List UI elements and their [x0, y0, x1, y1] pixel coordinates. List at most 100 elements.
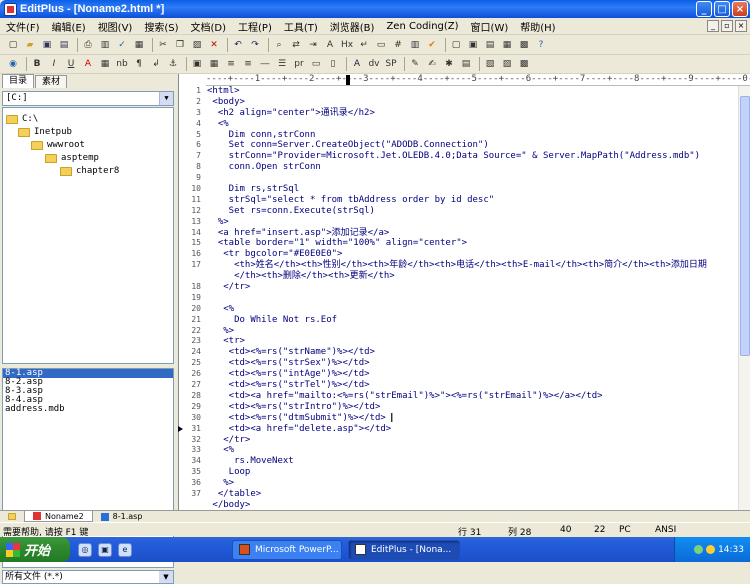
undo-icon[interactable]: ↶	[231, 38, 245, 52]
tree-item-asptemp[interactable]: asptemp	[45, 152, 99, 164]
replace-icon[interactable]: ⇄	[289, 38, 303, 52]
tab-folder[interactable]	[0, 511, 24, 522]
div-icon[interactable]: dv	[367, 57, 381, 71]
menu-document[interactable]: 文档(D)	[185, 19, 233, 34]
table-icon[interactable]: ▦	[207, 57, 221, 71]
close-button[interactable]: ×	[732, 1, 748, 17]
redo-icon[interactable]: ↷	[248, 38, 262, 52]
vertical-scrollbar[interactable]	[738, 86, 750, 510]
task-powerpoint[interactable]: Microsoft PowerP...	[232, 539, 342, 560]
chevron-down-icon[interactable]: ▼	[159, 92, 173, 105]
menu-view[interactable]: 视图(V)	[92, 19, 139, 34]
menu-file[interactable]: 文件(F)	[0, 19, 46, 34]
tree-item-c-root[interactable]: C:\	[6, 113, 38, 125]
messenger-icon[interactable]: ◎	[78, 542, 92, 557]
script-icon[interactable]: ✍	[425, 57, 439, 71]
maximize-button[interactable]: □	[714, 1, 730, 17]
menu-project[interactable]: 工程(P)	[232, 19, 278, 34]
paste-icon[interactable]: ▨	[190, 38, 204, 52]
drive-select[interactable]: [C:] ▼	[2, 91, 174, 106]
copy-icon[interactable]: ❐	[173, 38, 187, 52]
save-icon[interactable]: ▣	[40, 38, 54, 52]
browser-view-icon[interactable]: ▣	[466, 38, 480, 52]
bold-icon[interactable]: B	[30, 57, 44, 71]
tray-volume-icon[interactable]	[706, 545, 716, 554]
file-item[interactable]: address.mdb	[3, 405, 173, 414]
underline-icon[interactable]: U	[64, 57, 78, 71]
doc-close-icon[interactable]: ×	[735, 20, 747, 32]
chevron-down-icon[interactable]: ▼	[159, 571, 173, 583]
goto-icon[interactable]: ⇥	[306, 38, 320, 52]
menu-browser[interactable]: 浏览器(B)	[324, 19, 381, 34]
comment-icon[interactable]: ✱	[442, 57, 456, 71]
ie-icon[interactable]: e	[118, 542, 132, 557]
doc-restore-icon[interactable]: ▫	[721, 20, 733, 32]
print-preview-icon[interactable]: ▥	[98, 38, 112, 52]
ruler-icon[interactable]: ▭	[374, 38, 388, 52]
fullscreen-icon[interactable]: ▢	[449, 38, 463, 52]
title-bar[interactable]: EditPlus - [Noname2.html *] _ □ ×	[0, 0, 750, 18]
heading-icon[interactable]: Hx	[340, 38, 354, 52]
font-size-icon[interactable]: A	[323, 38, 337, 52]
help-icon[interactable]: ?	[534, 38, 548, 52]
open-file-icon[interactable]: ▰	[23, 38, 37, 52]
line-number-icon[interactable]: #	[391, 38, 405, 52]
pre-icon[interactable]: pr	[292, 57, 306, 71]
paragraph-icon[interactable]: ¶	[132, 57, 146, 71]
span-icon[interactable]: SP	[384, 57, 398, 71]
font-icon[interactable]: A	[350, 57, 364, 71]
tree-item-wwwroot[interactable]: wwwroot	[31, 139, 85, 151]
image-icon[interactable]: ▣	[190, 57, 204, 71]
code-area[interactable]: <html> <body> <h2 align="center">通讯录</h2…	[207, 86, 737, 510]
tab-cliptext[interactable]: 素材	[35, 75, 68, 88]
check-icon[interactable]: ✔	[425, 38, 439, 52]
toolbar-option-icon[interactable]: ▩	[517, 57, 531, 71]
menu-edit[interactable]: 编辑(E)	[46, 19, 92, 34]
tab-directory[interactable]: 目录	[2, 74, 35, 88]
directory-window-icon[interactable]: ▤	[483, 38, 497, 52]
list-icon[interactable]: ☰	[275, 57, 289, 71]
color-icon[interactable]: ▦	[98, 57, 112, 71]
doc-tab-8-1-asp[interactable]: 8-1.asp	[93, 511, 151, 522]
cliptext-icon[interactable]: ▧	[483, 57, 497, 71]
word-wrap-icon[interactable]: ↵	[357, 38, 371, 52]
scrollbar-thumb[interactable]	[740, 96, 750, 356]
show-desktop-icon[interactable]: ▣	[98, 542, 112, 557]
tray-network-icon[interactable]	[694, 545, 704, 554]
nbsp-icon[interactable]: nb	[115, 57, 129, 71]
code-editor[interactable]: ----+----1----+----2----+----3----+----4…	[178, 74, 750, 510]
task-editplus[interactable]: EditPlus - [Nona...	[348, 539, 460, 560]
clipboard-icon[interactable]: ▨	[500, 57, 514, 71]
menu-zen-coding[interactable]: Zen Coding(Z)	[380, 21, 464, 32]
delete-icon[interactable]: ✕	[207, 38, 221, 52]
menu-window[interactable]: 窗口(W)	[465, 19, 515, 34]
start-button[interactable]: 开始	[0, 537, 70, 562]
tree-item-inetpub[interactable]: Inetpub	[18, 126, 72, 138]
preview-icon[interactable]: ▤	[459, 57, 473, 71]
save-all-icon[interactable]: ▤	[57, 38, 71, 52]
line-break-icon[interactable]: ↲	[149, 57, 163, 71]
spell-check-icon[interactable]: ✓	[115, 38, 129, 52]
menu-tools[interactable]: 工具(T)	[278, 19, 324, 34]
font-color-icon[interactable]: A	[81, 57, 95, 71]
file-filter-select[interactable]: 所有文件 (*.*) ▼	[2, 570, 174, 584]
minimize-button[interactable]: _	[696, 1, 712, 17]
output-window-icon[interactable]: ▩	[517, 38, 531, 52]
toggle-icon[interactable]: ▦	[132, 38, 146, 52]
input-icon[interactable]: ▯	[326, 57, 340, 71]
align-left-icon[interactable]: ≡	[224, 57, 238, 71]
cut-icon[interactable]: ✂	[156, 38, 170, 52]
align-center-icon[interactable]: ≡	[241, 57, 255, 71]
print-icon[interactable]: ⎙	[81, 38, 95, 52]
hr-icon[interactable]: ―	[258, 57, 272, 71]
italic-icon[interactable]: I	[47, 57, 61, 71]
form-icon[interactable]: ▭	[309, 57, 323, 71]
menu-help[interactable]: 帮助(H)	[514, 19, 561, 34]
menu-search[interactable]: 搜索(S)	[138, 19, 184, 34]
doc-minimize-icon[interactable]: _	[707, 20, 719, 32]
find-icon[interactable]: ⌕	[272, 38, 286, 52]
doc-tab-noname2[interactable]: Noname2	[24, 511, 93, 522]
browser-icon[interactable]: ◉	[6, 57, 20, 71]
new-file-icon[interactable]: ▢	[6, 38, 20, 52]
anchor-icon[interactable]: ⚓	[166, 57, 180, 71]
